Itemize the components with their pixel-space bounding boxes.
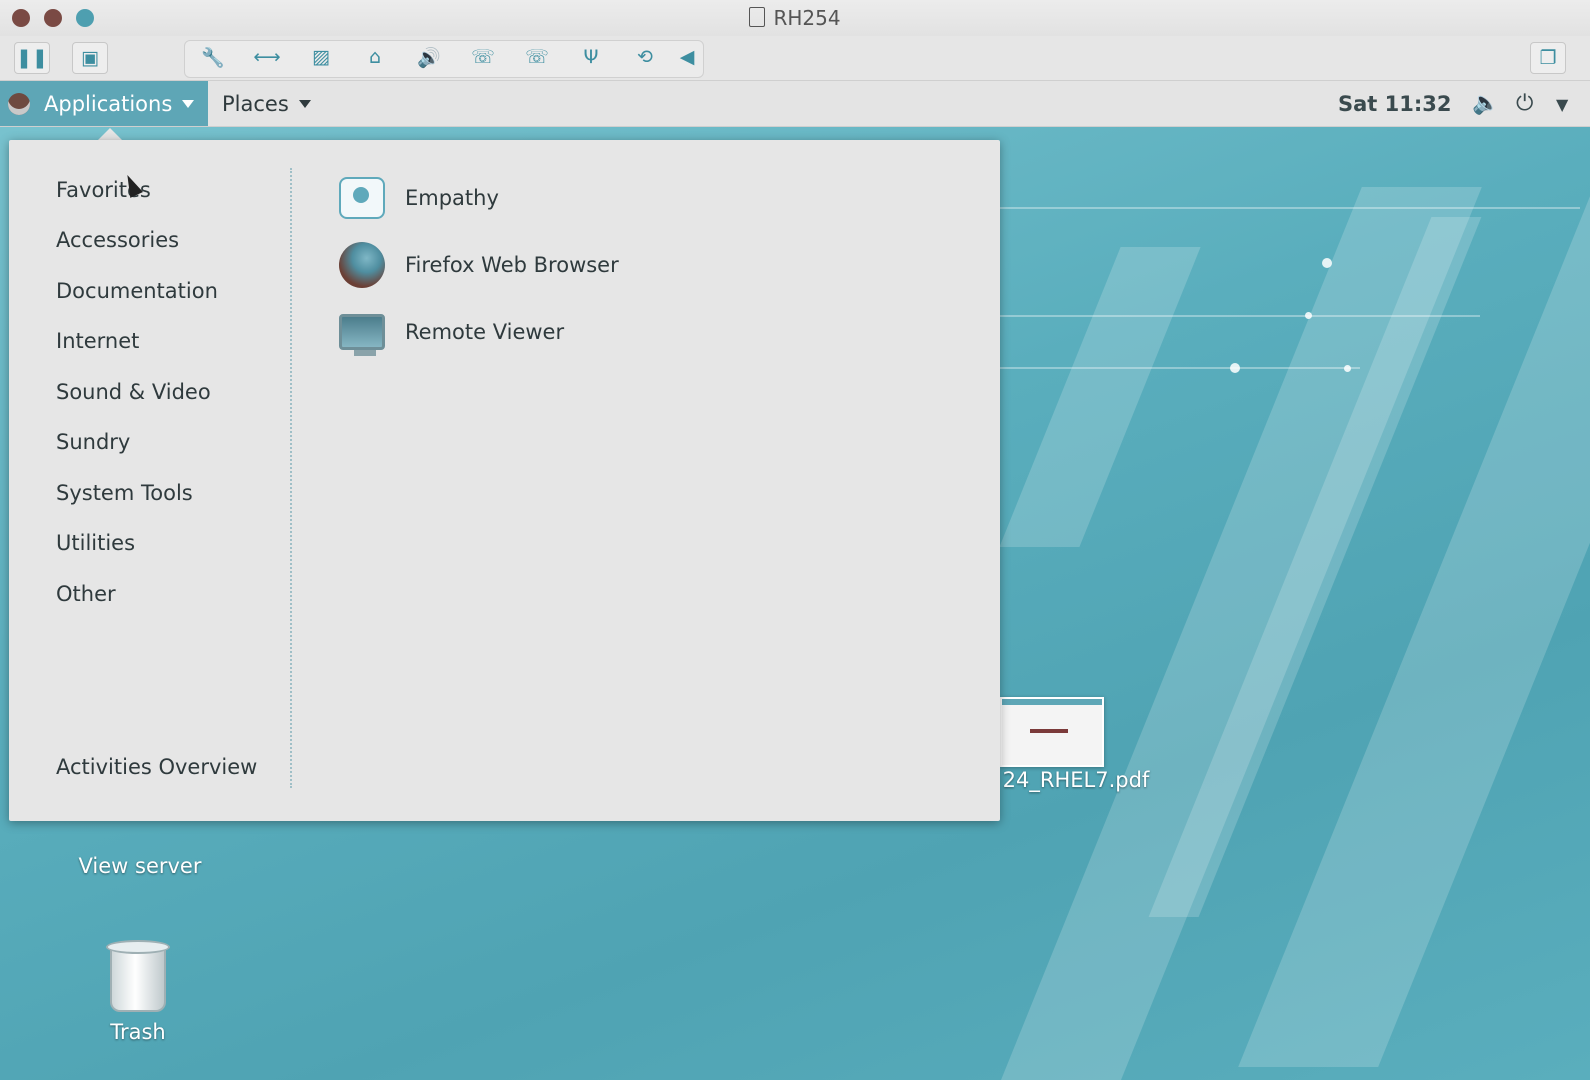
host-toolbar: ❚❚ ▣ 🔧 ⟷ ▨ ⌂ 🔊 ☏ ☏ Ψ ⟲ ◀ ❐ [0, 36, 1590, 81]
arrow-left-icon[interactable]: ◀ [670, 42, 704, 72]
pause-icon[interactable]: ❚❚ [14, 42, 50, 74]
applications-menu: Favorites Accessories Documentation Inte… [9, 140, 1000, 821]
window-title-wrap: RH254 [0, 6, 1590, 30]
wallpaper-line [1000, 207, 1580, 209]
phone-icon[interactable]: ☏ [466, 42, 500, 72]
chevron-down-icon [182, 99, 195, 108]
applications-menu-button[interactable]: Applications [0, 81, 208, 126]
trash-desktop-icon[interactable]: Trash [88, 940, 188, 1044]
guest-top-panel: Applications Places Sat 11:32 🔈 ⏻ ▼ [0, 81, 1590, 127]
trash-icon [106, 940, 170, 1012]
pdf-file-thumbnail[interactable] [1000, 697, 1104, 767]
firefox-icon [339, 242, 385, 288]
printer-icon[interactable]: ⌂ [358, 42, 392, 72]
app-item-remote-viewer[interactable]: Remote Viewer [339, 307, 564, 357]
network-icon[interactable]: ⟷ [250, 42, 284, 72]
trash-label: Trash [110, 1020, 166, 1044]
category-sound-video[interactable]: Sound & Video [56, 380, 211, 404]
phone-alt-icon[interactable]: ☏ [520, 42, 554, 72]
volume-muted-icon[interactable]: 🔈 [1472, 91, 1499, 116]
category-utilities[interactable]: Utilities [56, 531, 135, 555]
app-item-empathy[interactable]: Empathy [339, 173, 499, 223]
wallpaper-line [1000, 367, 1360, 369]
app-label: Firefox Web Browser [405, 253, 619, 277]
category-sundry[interactable]: Sundry [56, 430, 130, 454]
places-menu-button[interactable]: Places [222, 81, 311, 126]
disk-icon[interactable]: ▨ [304, 42, 338, 72]
wrench-icon[interactable]: 🔧 [196, 42, 230, 72]
category-internet[interactable]: Internet [56, 329, 139, 353]
wallpaper-dot [1305, 312, 1312, 319]
view-server-label[interactable]: View server [60, 854, 220, 878]
menu-pointer [98, 128, 122, 140]
places-label: Places [222, 91, 289, 116]
applications-label: Applications [44, 91, 173, 116]
window-title: RH254 [773, 6, 841, 30]
chevron-down-icon [298, 99, 311, 108]
wallpaper-streak [999, 247, 1201, 547]
category-accessories[interactable]: Accessories [56, 228, 179, 252]
category-documentation[interactable]: Documentation [56, 279, 218, 303]
remote-viewer-icon [339, 314, 385, 356]
wallpaper-dot [1230, 363, 1240, 373]
power-icon[interactable]: ⏻ [1516, 91, 1533, 116]
system-menu-chevron-icon[interactable]: ▼ [1556, 95, 1568, 114]
pdf-file-label[interactable]: 24_RHEL7.pdf [986, 768, 1166, 792]
window-restore-icon[interactable]: ❐ [1530, 42, 1566, 74]
vm-document-icon [749, 7, 766, 27]
clock[interactable]: Sat 11:32 [1338, 81, 1452, 126]
window-titlebar: RH254 [0, 0, 1590, 36]
wallpaper-line [1000, 315, 1480, 317]
app-item-firefox[interactable]: Firefox Web Browser [339, 240, 619, 290]
wallpaper-dot [1322, 258, 1332, 268]
category-other[interactable]: Other [56, 582, 116, 606]
redhat-logo-icon [8, 92, 30, 115]
menu-separator [290, 168, 292, 788]
usb-icon[interactable]: Ψ [574, 42, 608, 72]
app-label: Remote Viewer [405, 320, 565, 344]
empathy-icon [339, 177, 385, 219]
activities-overview-item[interactable]: Activities Overview [56, 755, 257, 779]
snapshot-icon[interactable]: ▣ [72, 42, 108, 74]
wallpaper-dot [1344, 365, 1351, 372]
volume-icon[interactable]: 🔊 [412, 42, 446, 72]
refresh-icon[interactable]: ⟲ [628, 42, 662, 72]
app-label: Empathy [405, 186, 499, 210]
category-system-tools[interactable]: System Tools [56, 481, 193, 505]
